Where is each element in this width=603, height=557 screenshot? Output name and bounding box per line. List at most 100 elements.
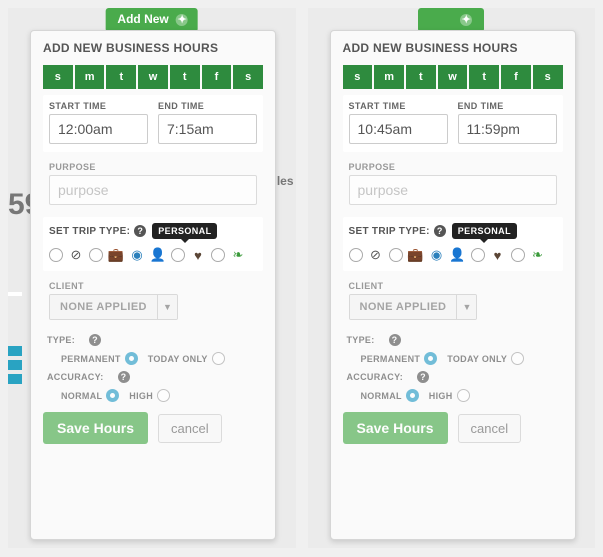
help-icon[interactable]: ? xyxy=(118,371,130,383)
trip-type-unclassified[interactable] xyxy=(389,248,403,262)
permanent-option[interactable]: PERMANENT xyxy=(361,352,438,365)
save-button[interactable]: Save Hours xyxy=(343,412,448,444)
client-select[interactable]: NONE APPLIED ▼ xyxy=(49,294,178,320)
day-sun[interactable]: s xyxy=(43,65,73,89)
day-wed[interactable]: w xyxy=(438,65,468,89)
help-icon[interactable]: ? xyxy=(389,334,401,346)
client-label: CLIENT xyxy=(349,281,557,291)
chevron-down-icon: ▼ xyxy=(157,295,177,319)
leaf-icon[interactable]: ❧ xyxy=(230,247,246,263)
cancel-button[interactable]: cancel xyxy=(458,414,522,443)
client-select[interactable]: NONE APPLIED ▼ xyxy=(349,294,478,320)
trip-type-unclassified[interactable] xyxy=(511,248,525,262)
end-time-label: END TIME xyxy=(158,101,257,111)
normal-option[interactable]: NORMAL xyxy=(61,389,119,402)
day-tue[interactable]: t xyxy=(106,65,136,89)
end-time-input[interactable] xyxy=(158,114,257,144)
start-time-label: START TIME xyxy=(49,101,148,111)
radio-selected-icon xyxy=(406,389,419,402)
radio-icon xyxy=(511,352,524,365)
purpose-section: PURPOSE xyxy=(343,156,563,213)
no-entry-icon[interactable]: ⊘ xyxy=(68,247,84,263)
briefcase-icon[interactable]: 💼 xyxy=(108,247,124,263)
start-time-input[interactable] xyxy=(349,114,448,144)
day-mon[interactable]: m xyxy=(75,65,105,89)
help-icon[interactable]: ? xyxy=(417,371,429,383)
no-entry-icon[interactable]: ⊘ xyxy=(368,247,384,263)
add-new-button[interactable]: ✦ xyxy=(418,8,484,32)
options-section: TYPE: ? PERMANENT TODAY ONLY ACCURACY: ? xyxy=(43,334,263,402)
panel-title: ADD NEW BUSINESS HOURS xyxy=(43,41,263,55)
trip-type-options: ⊘ 💼 ◉ 👤 ♥ ❧ xyxy=(349,247,557,263)
day-sat[interactable]: s xyxy=(533,65,563,89)
bg-unit: les xyxy=(277,174,294,188)
personal-selected-icon[interactable]: ◉ xyxy=(429,247,445,263)
help-icon[interactable]: ? xyxy=(134,225,146,237)
type-label: TYPE: xyxy=(347,335,375,345)
personal-selected-icon[interactable]: ◉ xyxy=(129,247,145,263)
end-time-label: END TIME xyxy=(458,101,557,111)
purpose-input[interactable] xyxy=(49,175,257,205)
day-thu[interactable]: t xyxy=(469,65,499,89)
cancel-button[interactable]: cancel xyxy=(158,414,222,443)
help-icon[interactable]: ? xyxy=(434,225,446,237)
button-row: Save Hours cancel xyxy=(343,412,563,444)
radio-icon xyxy=(157,389,170,402)
radio-selected-icon xyxy=(424,352,437,365)
time-section: START TIME END TIME xyxy=(43,95,263,152)
day-selector[interactable]: s m t w t f s xyxy=(343,65,563,89)
time-section: START TIME END TIME xyxy=(343,95,563,152)
user-icon[interactable]: 👤 xyxy=(150,247,166,263)
business-hours-panel: ADD NEW BUSINESS HOURS s m t w t f s STA… xyxy=(330,30,576,540)
start-time-input[interactable] xyxy=(49,114,148,144)
start-time-label: START TIME xyxy=(349,101,448,111)
day-sat[interactable]: s xyxy=(233,65,263,89)
trip-type-unclassified[interactable] xyxy=(349,248,363,262)
day-fri[interactable]: f xyxy=(501,65,531,89)
screenshot-right: ✦ ADD NEW BUSINESS HOURS s m t w t f s S… xyxy=(308,8,596,548)
bg-stripe xyxy=(8,292,22,296)
plus-icon: ✦ xyxy=(460,14,472,26)
client-label: CLIENT xyxy=(49,281,257,291)
options-section: TYPE: ? PERMANENT TODAY ONLY ACCURACY: ? xyxy=(343,334,563,402)
purpose-label: PURPOSE xyxy=(349,162,557,172)
heart-icon[interactable]: ♥ xyxy=(490,247,506,263)
trip-type-unclassified[interactable] xyxy=(89,248,103,262)
end-time-input[interactable] xyxy=(458,114,557,144)
client-value: NONE APPLIED xyxy=(50,295,157,319)
permanent-option[interactable]: PERMANENT xyxy=(61,352,138,365)
add-new-button[interactable]: Add New ✦ xyxy=(105,8,198,32)
day-sun[interactable]: s xyxy=(343,65,373,89)
trip-type-options: ⊘ 💼 ◉ 👤 ♥ ❧ xyxy=(49,247,257,263)
type-label: TYPE: xyxy=(47,335,75,345)
day-wed[interactable]: w xyxy=(138,65,168,89)
help-icon[interactable]: ? xyxy=(89,334,101,346)
purpose-input[interactable] xyxy=(349,175,557,205)
day-thu[interactable]: t xyxy=(170,65,200,89)
trip-type-section: SET TRIP TYPE: ? PERSONAL ⊘ 💼 ◉ 👤 ♥ ❧ xyxy=(43,217,263,271)
accuracy-label: ACCURACY: xyxy=(47,372,104,382)
button-row: Save Hours cancel xyxy=(43,412,263,444)
day-fri[interactable]: f xyxy=(202,65,232,89)
save-button[interactable]: Save Hours xyxy=(43,412,148,444)
trip-type-unclassified[interactable] xyxy=(171,248,185,262)
chevron-down-icon: ▼ xyxy=(456,295,476,319)
trip-type-unclassified[interactable] xyxy=(49,248,63,262)
high-option[interactable]: HIGH xyxy=(129,389,170,402)
normal-option[interactable]: NORMAL xyxy=(361,389,419,402)
client-section: CLIENT NONE APPLIED ▼ xyxy=(43,275,263,328)
today-only-option[interactable]: TODAY ONLY xyxy=(447,352,524,365)
briefcase-icon[interactable]: 💼 xyxy=(408,247,424,263)
trip-type-unclassified[interactable] xyxy=(211,248,225,262)
day-selector[interactable]: s m t w t f s xyxy=(43,65,263,89)
trip-type-section: SET TRIP TYPE: ? PERSONAL ⊘ 💼 ◉ 👤 ♥ ❧ xyxy=(343,217,563,271)
bg-stripe xyxy=(8,374,22,384)
user-icon[interactable]: 👤 xyxy=(450,247,466,263)
day-mon[interactable]: m xyxy=(374,65,404,89)
leaf-icon[interactable]: ❧ xyxy=(530,247,546,263)
day-tue[interactable]: t xyxy=(406,65,436,89)
high-option[interactable]: HIGH xyxy=(429,389,470,402)
today-only-option[interactable]: TODAY ONLY xyxy=(148,352,225,365)
trip-type-unclassified[interactable] xyxy=(471,248,485,262)
heart-icon[interactable]: ♥ xyxy=(190,247,206,263)
